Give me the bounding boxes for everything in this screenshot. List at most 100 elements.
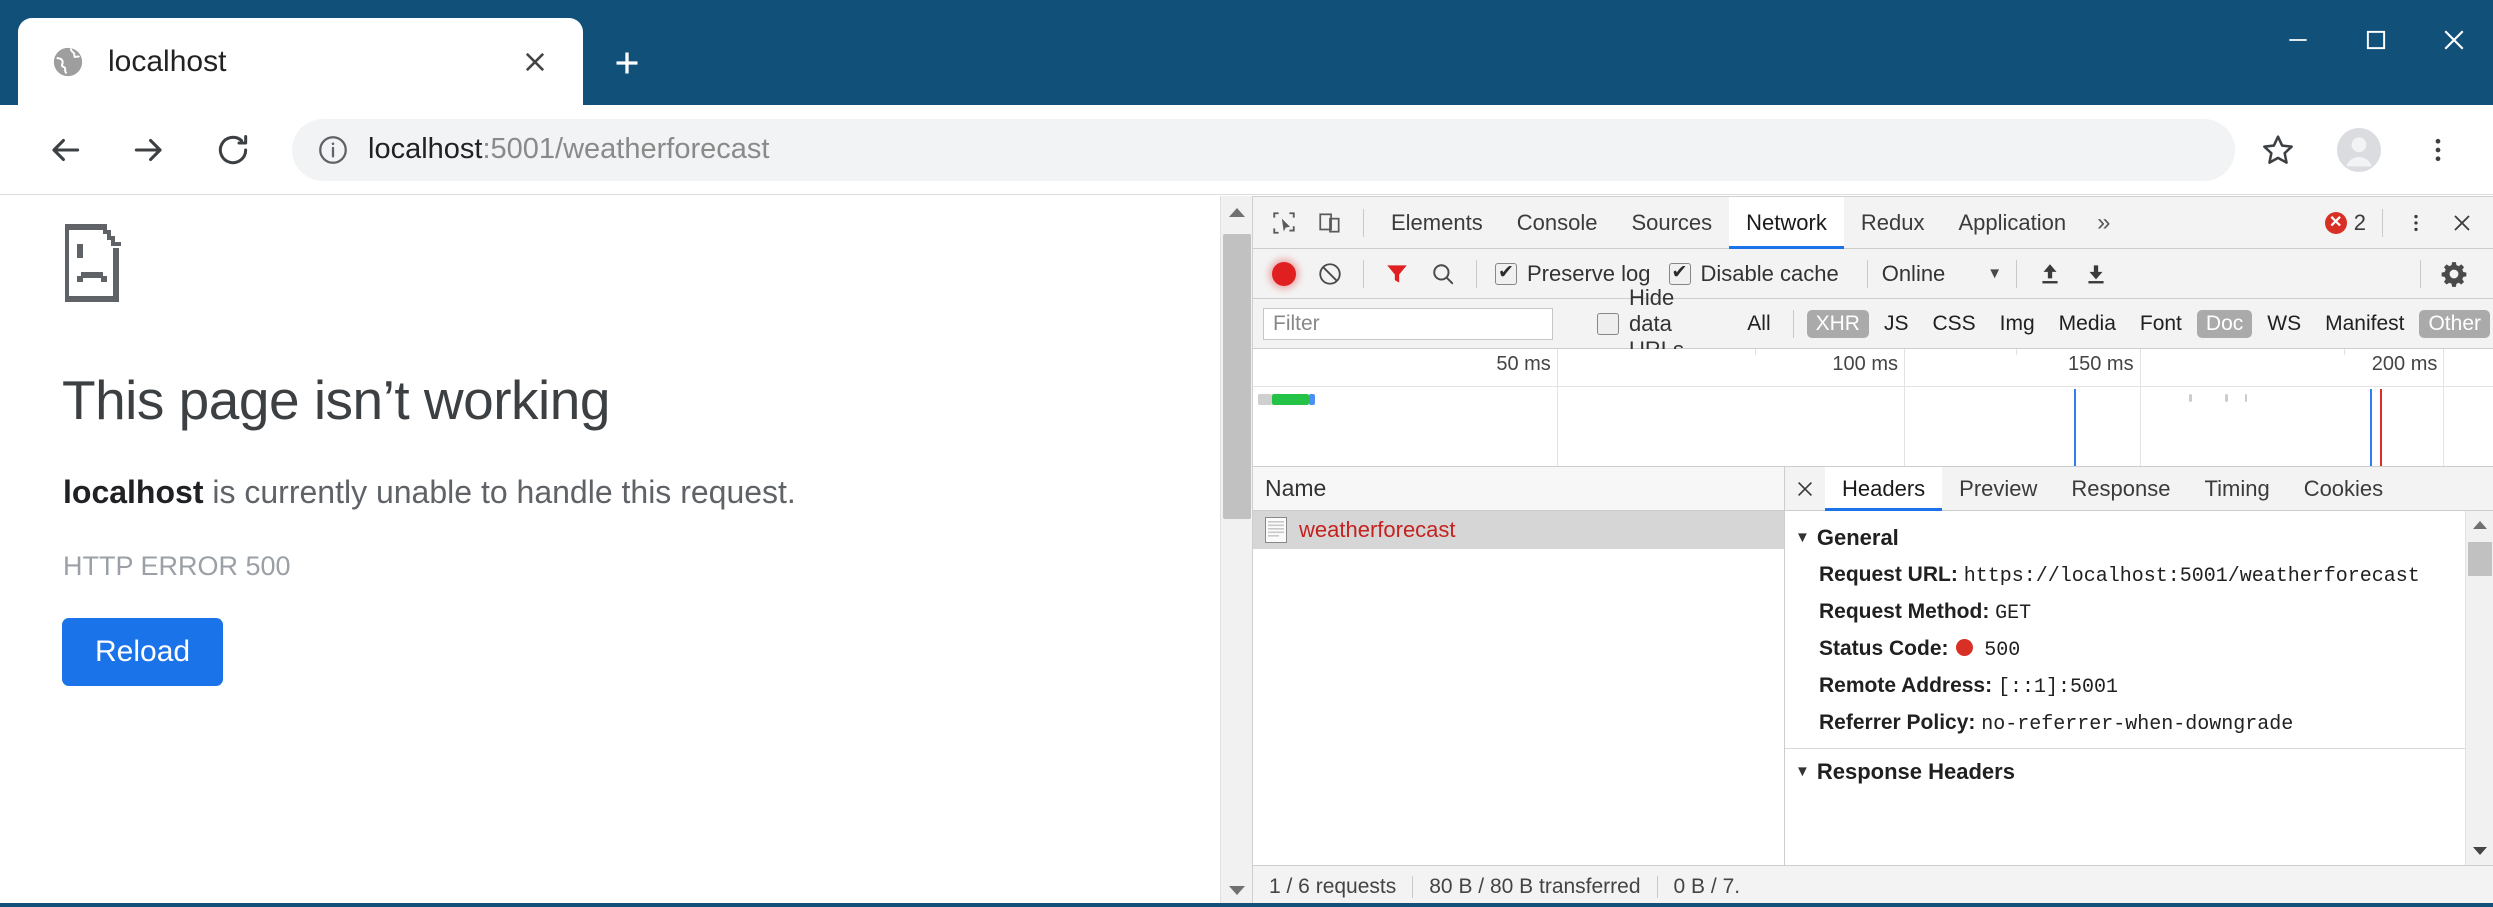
tab-network[interactable]: Network — [1729, 196, 1844, 249]
devtools-tabbar: Elements Console Sources Network Redux A… — [1253, 196, 2493, 249]
more-vertical-icon[interactable] — [2393, 201, 2439, 245]
tab-sources[interactable]: Sources — [1614, 197, 1729, 249]
star-icon[interactable] — [2247, 119, 2309, 181]
header-value: GET — [1995, 602, 2032, 625]
upload-icon[interactable] — [2027, 252, 2073, 296]
tab-title: localhost — [108, 44, 227, 78]
timeline-bar — [1271, 394, 1309, 405]
header-value: no-referrer-when-downgrade — [1981, 713, 2294, 736]
address-bar[interactable]: localhost:5001/weatherforecast — [292, 118, 2235, 181]
network-filter-bar: Hide data URLs All XHR JS CSS Img Media … — [1253, 285, 2493, 362]
type-filter-xhr[interactable]: XHR — [1806, 309, 1869, 338]
download-icon[interactable] — [2073, 252, 2119, 296]
info-circle-icon[interactable] — [312, 133, 354, 167]
tab-cookies[interactable]: Cookies — [2287, 467, 2400, 511]
arrow-left-icon[interactable] — [32, 117, 98, 183]
disable-cache-checkbox[interactable] — [1668, 261, 1691, 285]
request-details-pane: Headers Preview Response Timing Cookies … — [1785, 466, 2493, 865]
inspect-element-icon[interactable] — [1261, 201, 1307, 245]
error-message-rest: is currently unable to handle this reque… — [203, 474, 796, 510]
timeline-tickmark — [2225, 394, 2228, 402]
error-message: localhost is currently unable to handle … — [63, 474, 796, 511]
tab-redux[interactable]: Redux — [1844, 197, 1942, 249]
chevron-down-icon: ▼ — [1987, 265, 2003, 282]
header-key: Referrer Policy: — [1819, 711, 1976, 734]
network-status-bar: 1 / 6 requests 80 B / 80 B transferred 0… — [1253, 865, 2493, 907]
reload-button[interactable]: Reload — [62, 618, 224, 686]
type-filter-media[interactable]: Media — [2050, 310, 2125, 338]
network-overview-timeline[interactable]: 50 ms 100 ms 150 ms 200 ms — [1253, 349, 2493, 467]
timeline-bar — [1257, 394, 1272, 405]
error-count-badge[interactable]: ✕ 2 — [2324, 210, 2366, 236]
filter-input[interactable] — [1263, 307, 1553, 340]
close-icon[interactable] — [2439, 201, 2485, 245]
record-icon[interactable] — [1261, 252, 1307, 296]
request-column-header[interactable]: Name — [1253, 467, 1784, 511]
type-filter-img[interactable]: Img — [1991, 310, 2044, 338]
globe-icon — [50, 44, 86, 80]
more-vertical-icon[interactable] — [2405, 117, 2471, 183]
close-icon[interactable] — [1785, 467, 1825, 511]
header-key: Status Code: — [1819, 637, 1949, 660]
gear-icon[interactable] — [2431, 252, 2477, 296]
tab-headers[interactable]: Headers — [1825, 466, 1943, 511]
tab-application[interactable]: Application — [1941, 197, 2083, 249]
tab-elements[interactable]: Elements — [1374, 197, 1500, 249]
scroll-down-icon[interactable] — [1221, 873, 1253, 907]
tab-timing[interactable]: Timing — [2187, 467, 2286, 511]
maximize-icon[interactable] — [2337, 0, 2415, 80]
request-name[interactable]: weatherforecast — [1299, 517, 1456, 543]
browser-tab[interactable]: localhost — [18, 18, 583, 105]
scrollbar-thumb[interactable] — [1223, 234, 1251, 519]
search-icon[interactable] — [1420, 252, 1466, 296]
throttling-select[interactable]: Online ▼ — [1882, 261, 2002, 287]
type-filter-css[interactable]: CSS — [1923, 310, 1984, 338]
scrollbar-thumb[interactable] — [2468, 542, 2492, 576]
scroll-up-icon[interactable] — [1221, 196, 1253, 230]
divider — [1866, 259, 1868, 288]
arrow-right-icon[interactable] — [116, 117, 182, 183]
divider — [1792, 309, 1794, 338]
throttling-value: Online — [1881, 260, 1946, 286]
table-row[interactable]: weatherforecast — [1253, 511, 1784, 549]
scroll-up-icon[interactable] — [2466, 511, 2493, 539]
type-filter-doc[interactable]: Doc — [2196, 309, 2253, 338]
timeline-tickmark — [2245, 394, 2248, 402]
scroll-down-icon[interactable] — [2466, 837, 2493, 865]
header-row-request-url: Request URL: https://localhost:5001/weat… — [1785, 557, 2493, 594]
new-tab-button[interactable] — [600, 36, 654, 90]
reload-icon[interactable] — [200, 117, 266, 183]
device-toolbar-icon[interactable] — [1307, 201, 1353, 245]
type-filter-font[interactable]: Font — [2131, 310, 2191, 338]
type-filter-all[interactable]: All — [1738, 310, 1779, 338]
chevron-double-right-icon[interactable]: » — [2083, 209, 2124, 237]
page-scrollbar[interactable] — [1220, 196, 1252, 907]
clear-icon[interactable] — [1307, 252, 1353, 296]
tab-console[interactable]: Console — [1500, 197, 1615, 249]
divider — [2016, 259, 2018, 288]
divider — [1363, 208, 1364, 237]
general-section-header[interactable]: ▼ General — [1785, 521, 2493, 557]
minimize-icon[interactable] — [2259, 0, 2337, 80]
error-message-host: localhost — [63, 474, 204, 510]
close-icon[interactable] — [2415, 0, 2493, 80]
preserve-log-label[interactable]: Preserve log — [1527, 261, 1651, 287]
url-path: :5001/weatherforecast — [482, 133, 770, 165]
tab-response[interactable]: Response — [2054, 467, 2187, 511]
hide-data-urls-checkbox[interactable] — [1597, 312, 1619, 335]
type-filter-js[interactable]: JS — [1875, 310, 1918, 338]
request-list[interactable]: weatherforecast — [1253, 511, 1784, 865]
type-filter-ws[interactable]: WS — [2258, 310, 2310, 338]
response-headers-section-header[interactable]: ▼ Response Headers — [1785, 749, 2493, 791]
timeline-gridline — [1904, 349, 1905, 466]
type-filter-other[interactable]: Other — [2419, 309, 2490, 338]
close-icon[interactable] — [507, 34, 563, 90]
avatar[interactable] — [2321, 112, 2397, 188]
header-row-remote-address: Remote Address: [::1]:5001 — [1785, 668, 2493, 705]
preserve-log-checkbox[interactable] — [1495, 261, 1517, 285]
type-filter-manifest[interactable]: Manifest — [2316, 310, 2413, 338]
funnel-icon[interactable] — [1374, 252, 1420, 296]
tab-preview[interactable]: Preview — [1942, 467, 2054, 511]
disable-cache-label[interactable]: Disable cache — [1701, 261, 1839, 287]
details-scrollbar[interactable] — [2465, 511, 2493, 865]
